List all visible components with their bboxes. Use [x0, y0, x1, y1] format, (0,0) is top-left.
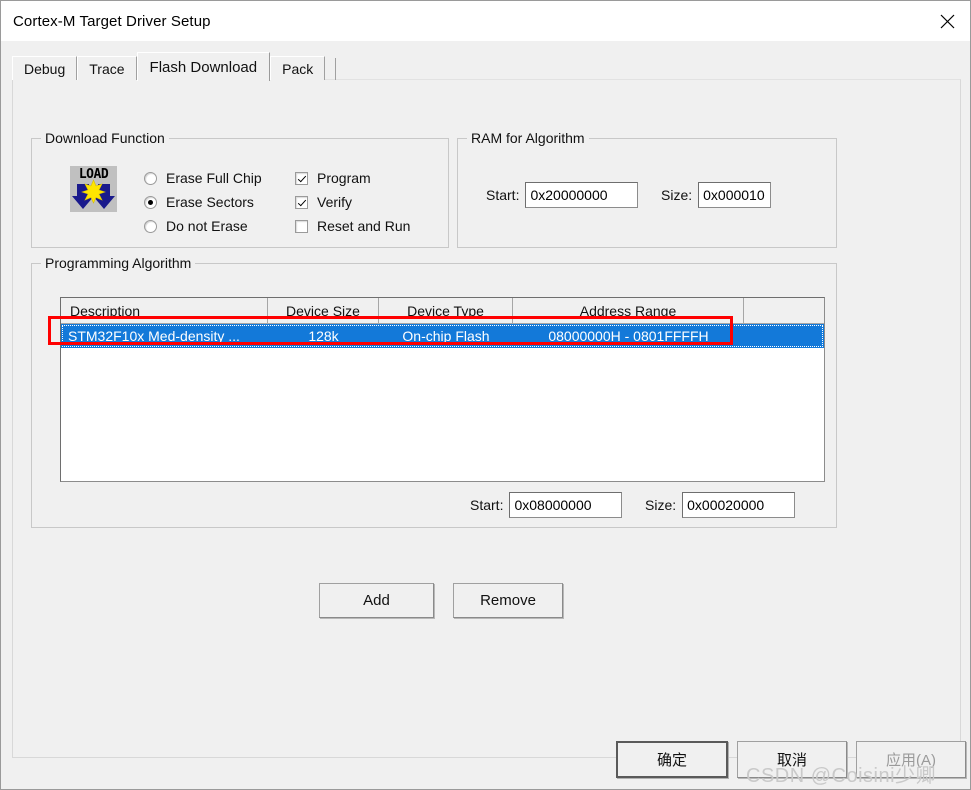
title-bar: Cortex-M Target Driver Setup	[1, 1, 970, 41]
radio-do-not-erase[interactable]: Do not Erase	[144, 214, 262, 238]
tab-trace-label: Trace	[89, 60, 125, 77]
tab-debug[interactable]: Debug	[12, 56, 78, 80]
flash-size-label: Size:	[645, 497, 677, 513]
column-header-description[interactable]: Description	[61, 298, 268, 323]
flash-start-label: Start:	[470, 497, 504, 513]
cancel-button-label: 取消	[776, 752, 807, 769]
checkbox-reset-and-run-label: Reset and Run	[317, 218, 411, 234]
checkbox-program-label: Program	[317, 170, 371, 186]
checkbox-verify-indicator	[295, 195, 308, 209]
flash-size-input[interactable]: 0x00020000	[682, 492, 796, 518]
close-icon[interactable]	[924, 2, 970, 41]
download-options-checkbox-group: Program Verify Reset and Run	[295, 166, 410, 238]
tab-flash-download-label: Flash Download	[149, 58, 258, 76]
tab-strip-end-divider	[335, 58, 337, 80]
tab-debug-label: Debug	[24, 60, 66, 77]
ram-for-algorithm-group: RAM for Algorithm Start: 0x20000000 Size…	[457, 130, 837, 248]
radio-erase-sectors-indicator	[144, 195, 157, 209]
ram-start-label: Start:	[486, 187, 520, 203]
column-header-device-type[interactable]: Device Type	[379, 298, 513, 323]
ram-start-input[interactable]: 0x20000000	[525, 182, 639, 208]
cell-device-size: 128k	[308, 328, 339, 344]
download-function-legend: Download Function	[41, 130, 169, 146]
column-header-device-size[interactable]: Device Size	[268, 298, 379, 323]
cell-device-type: On-chip Flash	[402, 328, 490, 344]
radio-erase-sectors-label: Erase Sectors	[166, 194, 254, 210]
remove-button[interactable]: Remove	[453, 583, 563, 618]
cell-address-range: 08000000H - 0801FFFFH	[548, 328, 709, 344]
apply-button: 应用(A)	[856, 741, 966, 778]
programming-algorithm-legend: Programming Algorithm	[41, 255, 196, 271]
cell-extra	[744, 324, 824, 348]
remove-button-label: Remove	[480, 592, 536, 609]
tab-pack-label: Pack	[282, 60, 314, 77]
tab-pack[interactable]: Pack	[270, 56, 326, 80]
tab-panel-flash-download: Download Function LOAD Erase Full Chip E…	[12, 79, 961, 758]
checkbox-program[interactable]: Program	[295, 166, 410, 190]
tab-flash-download[interactable]: Flash Download	[136, 52, 271, 81]
checkbox-verify[interactable]: Verify	[295, 190, 410, 214]
ram-size-label: Size:	[661, 187, 693, 203]
tab-strip: Debug Trace Flash Download Pack	[12, 52, 337, 81]
download-function-group: Download Function LOAD Erase Full Chip E…	[31, 130, 449, 248]
checkbox-reset-and-run-indicator	[295, 219, 308, 233]
radio-do-not-erase-label: Do not Erase	[166, 218, 248, 234]
flash-start-field-row: Start: 0x08000000	[470, 492, 623, 518]
window-title: Cortex-M Target Driver Setup	[13, 12, 211, 30]
radio-erase-full-chip-label: Erase Full Chip	[166, 170, 262, 186]
programming-algorithm-list[interactable]: Description Device Size Device Type Addr…	[60, 297, 825, 482]
tab-trace[interactable]: Trace	[77, 56, 137, 80]
column-header-extra[interactable]	[744, 298, 824, 323]
radio-erase-full-chip-indicator	[144, 171, 157, 185]
add-button[interactable]: Add	[319, 583, 434, 618]
dialog-window: Cortex-M Target Driver Setup Debug Trace…	[0, 0, 971, 790]
radio-erase-full-chip[interactable]: Erase Full Chip	[144, 166, 262, 190]
load-icon: LOAD	[70, 166, 117, 212]
checkbox-program-indicator	[295, 171, 308, 185]
column-header-address-range[interactable]: Address Range	[513, 298, 744, 323]
checkbox-reset-and-run[interactable]: Reset and Run	[295, 214, 410, 238]
cancel-button[interactable]: 取消	[737, 741, 847, 778]
table-row[interactable]: STM32F10x Med-density ... 128k On-chip F…	[61, 324, 824, 348]
ok-button[interactable]: 确定	[616, 741, 728, 778]
ok-button-label: 确定	[656, 752, 687, 769]
erase-mode-radio-group: Erase Full Chip Erase Sectors Do not Era…	[144, 166, 262, 238]
programming-algorithm-group: Programming Algorithm Description Device…	[31, 255, 837, 528]
flash-start-input[interactable]: 0x08000000	[509, 492, 623, 518]
ram-size-field-row: Size: 0x000010	[661, 182, 772, 208]
table-header-row: Description Device Size Device Type Addr…	[61, 298, 824, 324]
ram-start-field-row: Start: 0x20000000	[486, 182, 639, 208]
ram-size-input[interactable]: 0x000010	[698, 182, 772, 208]
ram-for-algorithm-legend: RAM for Algorithm	[467, 130, 589, 146]
add-button-label: Add	[363, 592, 390, 609]
radio-do-not-erase-indicator	[144, 219, 157, 233]
flash-size-field-row: Size: 0x00020000	[645, 492, 796, 518]
apply-button-label: 应用(A)	[886, 752, 936, 769]
radio-erase-sectors[interactable]: Erase Sectors	[144, 190, 262, 214]
checkbox-verify-label: Verify	[317, 194, 353, 210]
cell-description: STM32F10x Med-density ...	[68, 328, 240, 344]
dialog-client-area: Debug Trace Flash Download Pack Download…	[1, 41, 970, 789]
